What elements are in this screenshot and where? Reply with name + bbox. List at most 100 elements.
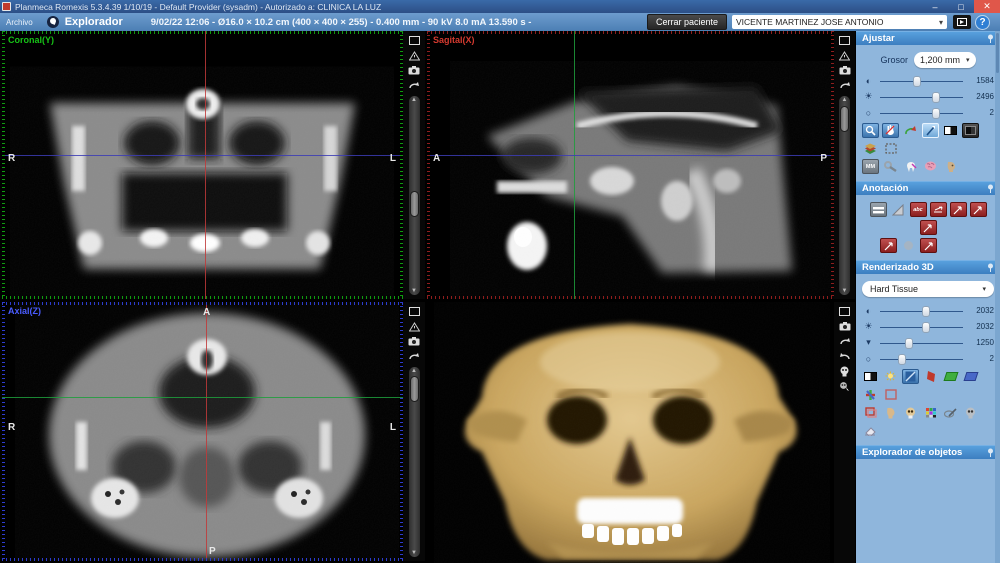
panel-renderizado-header[interactable]: Renderizado 3D [856,260,1000,274]
panel-ajustar-header[interactable]: Ajustar [856,31,1000,45]
arrow-annotation-tool-icon[interactable] [950,202,967,217]
brain-tool-icon[interactable] [922,159,939,174]
pen-annotation-tool-icon[interactable] [970,202,987,217]
angle-measure-tool-icon[interactable] [890,202,907,217]
axial-scrollbar[interactable]: ▲ ▼ [409,367,420,557]
gray-skull-tool-icon[interactable] [962,405,979,420]
scroll-down-icon[interactable]: ▼ [839,288,850,294]
head-render-tool-icon[interactable] [942,159,959,174]
export-button[interactable] [953,15,971,29]
panel-anotacion-header[interactable]: Anotación [856,181,1000,195]
expand-view-icon[interactable] [838,34,852,47]
expand-view-icon[interactable] [407,34,421,47]
red-plane-tool-icon[interactable] [922,369,939,384]
pan-tool-icon[interactable] [882,123,899,138]
camera-icon[interactable] [838,64,852,77]
circle-annotation-tool-icon[interactable] [900,238,917,253]
box-annotation-tool-icon[interactable] [880,238,897,253]
skull-icon[interactable] [838,365,852,378]
pin-icon[interactable] [987,448,994,457]
sculpt-knife-tool-icon[interactable] [942,405,959,420]
coronal-axial-crosshair[interactable] [2,155,403,156]
pin-icon[interactable] [987,184,994,193]
slice-cube-tool-icon[interactable] [902,369,919,384]
red-frame-tool-icon[interactable] [862,405,879,420]
blue-plane-tool-icon[interactable] [962,369,979,384]
axial-coronal-crosshair[interactable] [2,397,403,398]
sagittal-scroll-thumb[interactable] [840,106,849,132]
skull-pointer-icon[interactable] [838,380,852,393]
skull-colors-tool-icon[interactable] [902,405,919,420]
help-button[interactable]: ? [975,15,990,30]
scroll-up-icon[interactable]: ▲ [409,368,420,374]
zoom-tool-icon[interactable] [862,123,879,138]
orbit-view-icon[interactable] [838,350,852,363]
axial-scroll-thumb[interactable] [410,376,419,402]
slice-warning-icon[interactable] [407,320,421,333]
contrast-3d-tool-icon[interactable] [862,369,879,384]
panel-explorador-objetos-header[interactable]: Explorador de objetos [856,445,1000,459]
frame-tool-icon[interactable] [882,387,899,402]
slider-thumb[interactable] [922,306,930,317]
minimize-button[interactable]: – [922,0,948,13]
slice-warning-icon[interactable] [838,49,852,62]
scroll-down-icon[interactable]: ▼ [409,550,420,556]
light-tool-icon[interactable] [882,369,899,384]
render-contrast-slider[interactable] [880,306,963,316]
slider-thumb[interactable] [932,108,940,119]
render-preset-select[interactable]: Hard Tissue ▾ [862,281,994,297]
pin-icon[interactable] [987,263,994,272]
slider-thumb[interactable] [922,322,930,333]
slider-thumb[interactable] [905,338,913,349]
sidebar-scroll-thumb[interactable] [996,33,999,73]
cerrar-paciente-button[interactable]: Cerrar paciente [647,14,727,30]
coronal-sagittal-crosshair[interactable] [205,31,206,299]
contrast-slider[interactable] [880,76,963,86]
slider-thumb[interactable] [913,76,921,87]
axial-view[interactable]: Axial(Z) A R L P [2,302,403,561]
region-annotation-tool-icon[interactable] [920,238,937,253]
render-smooth-slider[interactable] [880,354,963,364]
sharpen-slider[interactable] [880,108,963,118]
palette-tool-icon[interactable] [922,405,939,420]
rotate-tool-icon[interactable] [902,123,919,138]
expand-view-icon[interactable] [838,305,852,318]
menu-archivo[interactable]: Archivo [6,18,33,27]
clip-box-tool-icon[interactable] [882,141,899,156]
contrast-window-tool-icon[interactable] [942,123,959,138]
ruler-mm-tool-icon[interactable]: MM [862,159,879,174]
rotate-view-icon[interactable] [838,335,852,348]
sagittal-axial-crosshair[interactable] [427,155,834,156]
scroll-up-icon[interactable]: ▲ [409,97,420,103]
tab-explorador[interactable]: Explorador [65,16,123,28]
rotate-view-icon[interactable] [407,79,421,92]
slice-pen-tool-icon[interactable] [922,123,939,138]
close-button[interactable]: ✕ [974,0,1000,13]
grosor-select[interactable]: 1,200 mm ▾ [914,52,976,68]
rotate-view-icon[interactable] [407,350,421,363]
camera-icon[interactable] [407,335,421,348]
camera-icon[interactable] [407,64,421,77]
sagittal-view[interactable]: Sagital(X) A P [427,31,834,299]
sagittal-coronal-crosshair[interactable] [574,31,575,299]
coronal-scrollbar[interactable]: ▲ ▼ [409,96,420,295]
rotate-view-icon[interactable] [838,79,852,92]
scroll-down-icon[interactable]: ▼ [409,288,420,294]
render-threshold-slider[interactable] [880,338,963,348]
wrench-tool-icon[interactable] [882,159,899,174]
slice-warning-icon[interactable] [407,49,421,62]
sidebar-scrollbar[interactable] [995,31,1000,563]
slider-thumb[interactable] [932,92,940,103]
eraser-tool-icon[interactable] [862,423,879,438]
text-annotation-tool-icon[interactable]: abc [910,202,927,217]
tooth-wand-tool-icon[interactable] [902,159,919,174]
slider-thumb[interactable] [898,354,906,365]
expand-view-icon[interactable] [407,305,421,318]
freehand-annotation-tool-icon[interactable] [920,220,937,235]
sagittal-scrollbar[interactable]: ▲ ▼ [839,96,850,295]
coronal-scroll-thumb[interactable] [410,191,419,217]
scroll-up-icon[interactable]: ▲ [839,97,850,103]
arrow-line-annotation-tool-icon[interactable] [930,202,947,217]
render-3d-view[interactable] [427,302,834,563]
layers-tool-icon[interactable] [862,141,879,156]
